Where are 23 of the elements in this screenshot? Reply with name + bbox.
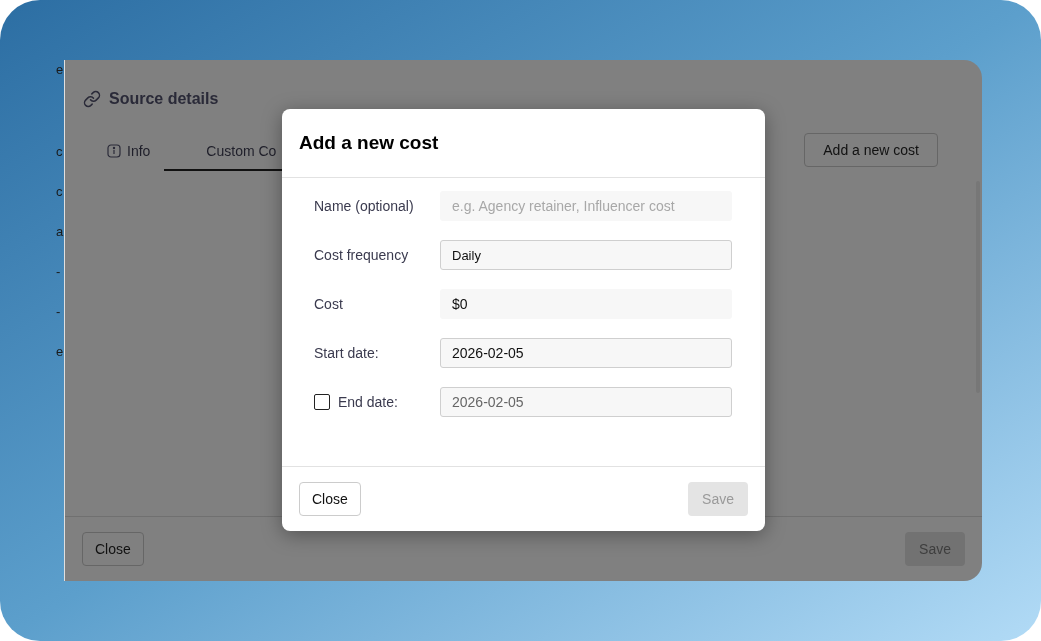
cut-off-text: - (56, 264, 62, 280)
link-icon (83, 90, 101, 108)
cut-off-text: e (56, 62, 64, 78)
input-field[interactable]: $0 (440, 289, 732, 319)
field-label: Start date: (314, 343, 379, 363)
input-field[interactable]: e.g. Agency retainer, Influencer cost (440, 191, 732, 221)
cut-off-text: a (56, 224, 64, 240)
field-label: End date: (338, 392, 398, 412)
input-field[interactable]: 2026-02-05 (440, 338, 732, 368)
add-cost-button[interactable]: Add a new cost (804, 133, 938, 167)
close-button[interactable]: Close (82, 532, 144, 566)
window-title: Source details (109, 89, 219, 109)
info-icon (107, 144, 121, 158)
input-field[interactable]: Daily (440, 240, 732, 270)
field-label: Cost frequency (314, 245, 409, 265)
tab[interactable]: Info (93, 133, 165, 171)
cut-off-text: e (56, 344, 64, 360)
cut-off-text: c (56, 144, 64, 160)
field-label: Cost (314, 294, 343, 314)
close-button[interactable]: Close (299, 482, 361, 516)
field-label: Name (optional) (314, 196, 414, 216)
cut-off-text: c (56, 184, 64, 200)
cut-off-text: - (56, 304, 62, 320)
